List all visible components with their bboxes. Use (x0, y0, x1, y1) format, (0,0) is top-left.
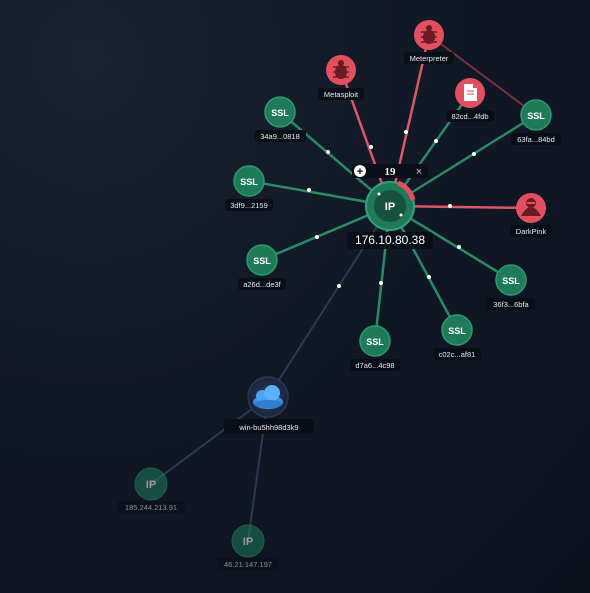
host-node[interactable]: win-bu5hh98d3k9 (224, 376, 314, 434)
plus-icon: + (357, 166, 363, 178)
ssl-label: c02c...af81 (439, 350, 476, 359)
threat-node-file[interactable]: 82cd...4fdb (446, 78, 494, 122)
graph-canvas[interactable]: IP 185.244.213.91 IP 46.21.147.197 win-b… (0, 0, 590, 593)
edge-dot (457, 245, 461, 249)
center-ip-node[interactable]: IP 176.10.80.38 (347, 180, 433, 249)
dim-ip-label: 46.21.147.197 (224, 560, 272, 569)
ssl-node[interactable]: SSL 63fa...84bd (511, 99, 561, 145)
center-type-text: IP (385, 201, 395, 213)
ssl-label: a26d...de3f (243, 280, 281, 289)
edge-dot (379, 281, 383, 285)
edge-meterpreter-ssl7 (428, 34, 537, 116)
ip-type-text: IP (243, 536, 253, 548)
edge-dot (404, 130, 408, 134)
threat-node-meterpreter[interactable]: Meterpreter (404, 20, 454, 64)
graph-svg: IP 185.244.213.91 IP 46.21.147.197 win-b… (117, 20, 561, 570)
dim-ip-label: 185.244.213.91 (125, 503, 177, 512)
threat-node-metasploit[interactable]: Metasploit (318, 55, 364, 100)
ssl-type-text: SSL (271, 108, 289, 118)
ssl-label: 63fa...84bd (517, 135, 555, 144)
ssl-label: 36f3...6bfa (493, 300, 529, 309)
threat-label: DarkPink (516, 227, 547, 236)
node-handle (377, 192, 381, 196)
ssl-node[interactable]: SSL d7a6...4c98 (350, 325, 400, 371)
ssl-type-text: SSL (448, 326, 466, 336)
edge-dot (315, 235, 319, 239)
count-badge: + 19 × (352, 164, 428, 178)
ssl-node[interactable]: SSL c02c...af81 (433, 314, 481, 360)
edge-dot (434, 139, 438, 143)
edge-dot (307, 188, 311, 192)
threat-node-darkpink[interactable]: DarkPink (510, 193, 552, 237)
node-handle (399, 213, 403, 217)
edge-dot (369, 145, 373, 149)
close-icon[interactable]: × (416, 166, 422, 178)
edge-dot (337, 284, 341, 288)
ssl-type-text: SSL (253, 256, 271, 266)
edge-dot (326, 150, 330, 154)
ssl-node[interactable]: SSL 3df9...2159 (225, 165, 273, 211)
edge-dot (448, 204, 452, 208)
center-label: 176.10.80.38 (355, 233, 425, 247)
file-icon (464, 84, 477, 101)
edge-host-ip-b (247, 396, 269, 542)
edge-host-ip-a (150, 396, 269, 485)
threat-label: Meterpreter (410, 54, 449, 63)
count-text: 19 (385, 166, 397, 178)
ssl-label: d7a6...4c98 (355, 361, 394, 370)
ip-type-text: IP (146, 479, 156, 491)
ssl-node[interactable]: SSL 34a9...0818 (255, 96, 306, 142)
host-label: win-bu5hh98d3k9 (238, 423, 298, 432)
ssl-label: 34a9...0818 (260, 132, 300, 141)
ssl-type-text: SSL (240, 177, 258, 187)
ssl-node[interactable]: SSL 36f3...6bfa (487, 264, 535, 310)
ssl-type-text: SSL (527, 111, 545, 121)
dim-ip-node-a[interactable]: IP 185.244.213.91 (117, 467, 185, 513)
dim-ip-node-b[interactable]: IP 46.21.147.197 (217, 524, 279, 570)
ssl-label: 3df9...2159 (230, 201, 268, 210)
edge-dot (427, 275, 431, 279)
edge-dot (472, 152, 476, 156)
ssl-type-text: SSL (366, 337, 384, 347)
threat-label: 82cd...4fdb (451, 112, 488, 121)
threat-label: Metasploit (324, 90, 359, 99)
ssl-type-text: SSL (502, 276, 520, 286)
